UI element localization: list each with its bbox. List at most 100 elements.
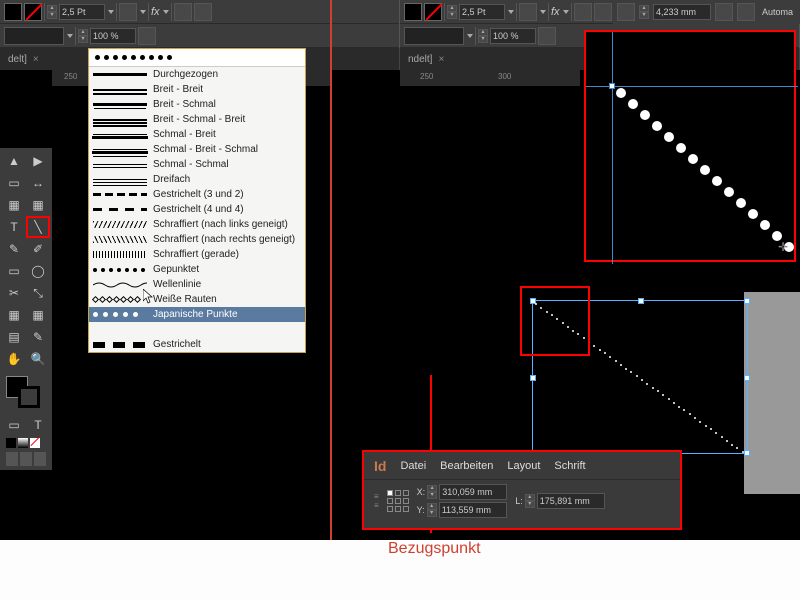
line-style-button[interactable] (404, 27, 464, 45)
fill-swatch[interactable] (4, 3, 22, 21)
stroke-style-option[interactable]: Breit - Schmal - Breit (89, 112, 305, 127)
stroke-style-option[interactable]: Wellenlinie (89, 277, 305, 292)
hand-tool[interactable]: ✋ (2, 348, 26, 370)
stroke-style-option[interactable]: Dreifach (89, 172, 305, 187)
stroke-style-option[interactable] (89, 322, 305, 337)
stroke-style-button[interactable] (519, 3, 537, 21)
toolbar-row-stroke: ▴▾ fx (0, 0, 399, 24)
dropdown-current[interactable] (89, 49, 305, 67)
fill-stroke-proxy[interactable] (2, 374, 50, 414)
link-icon[interactable] (715, 3, 733, 21)
apply-color-text[interactable]: T (26, 414, 50, 436)
content-collector-tool[interactable]: ▦ (2, 194, 26, 216)
opacity-toggle[interactable] (538, 27, 556, 45)
pen-tool[interactable]: ✎ (2, 238, 26, 260)
weight-stepper[interactable]: ▴▾ (47, 5, 57, 19)
l-input[interactable] (537, 493, 605, 509)
stroke-none-swatch[interactable] (424, 3, 442, 21)
note-tool[interactable]: ▤ (2, 326, 26, 348)
opacity-input[interactable] (490, 28, 536, 44)
stroke-style-option[interactable]: Gestrichelt (3 und 2) (89, 187, 305, 202)
stroke-style-option[interactable]: Breit - Breit (89, 82, 305, 97)
stroke-weight-input[interactable] (59, 4, 105, 20)
fx-button[interactable]: fx (551, 6, 560, 18)
chevron-down-icon[interactable] (67, 34, 73, 38)
stroke-style-option[interactable]: Durchgezogen (89, 67, 305, 82)
default-swatches[interactable] (2, 436, 50, 450)
stroke-style-option[interactable]: Gestrichelt (4 und 4) (89, 202, 305, 217)
transform-icon[interactable] (737, 3, 755, 21)
align-button[interactable] (574, 3, 592, 21)
free-transform-tool[interactable]: ⤡ (26, 282, 50, 304)
stroke-style-option[interactable]: Schmal - Breit (89, 127, 305, 142)
reference-point-grid[interactable] (387, 490, 409, 512)
opacity-stepper[interactable]: ▴▾ (78, 29, 88, 43)
opacity-toggle[interactable] (138, 27, 156, 45)
x-input[interactable] (439, 484, 507, 500)
eyedropper-tool[interactable]: ✎ (26, 326, 50, 348)
fx-button[interactable]: fx (151, 6, 160, 18)
width-input[interactable] (653, 4, 711, 20)
weight-stepper[interactable]: ▴▾ (447, 5, 457, 19)
stroke-style-option[interactable]: Breit - Schmal (89, 97, 305, 112)
rectangle-frame-tool[interactable]: ▭ (2, 260, 26, 282)
chevron-down-icon[interactable] (508, 10, 514, 14)
line-tool[interactable]: ╲ (26, 216, 50, 238)
bbox-icon[interactable] (617, 3, 635, 21)
stroke-weight-input[interactable] (459, 4, 505, 20)
option-label: Japanische Punkte (153, 309, 305, 320)
stroke-style-option[interactable]: Gepunktet (89, 262, 305, 277)
chevron-down-icon[interactable] (108, 10, 114, 14)
menu-bearbeiten[interactable]: Bearbeiten (440, 460, 493, 472)
chevron-down-icon[interactable] (140, 10, 146, 14)
direct-selection-tool[interactable]: ▶ (26, 150, 50, 172)
zoom-tool[interactable]: 🔍 (26, 348, 50, 370)
stroke-style-option[interactable]: Japanische Punkte (89, 307, 305, 322)
fill-swatch[interactable] (404, 3, 422, 21)
stroke-style-option[interactable]: Gestrichelt (89, 337, 305, 352)
pencil-tool[interactable]: ✐ (26, 238, 50, 260)
gap-tool[interactable]: ↔ (26, 172, 50, 194)
menu-layout[interactable]: Layout (507, 460, 540, 472)
panel-toggle-icon[interactable]: ≡≡ (374, 492, 379, 510)
opacity-stepper[interactable]: ▴▾ (478, 29, 488, 43)
selection-tool[interactable]: ▲ (2, 150, 26, 172)
stroke-style-button[interactable] (119, 3, 137, 21)
chevron-down-icon[interactable] (163, 10, 169, 14)
close-icon[interactable]: × (438, 54, 444, 65)
crosshair-icon: ✛ (778, 240, 788, 254)
gradient-swatch-tool[interactable]: ▦ (2, 304, 26, 326)
stroke-style-option[interactable]: Schmal - Schmal (89, 157, 305, 172)
gradient-feather-tool[interactable]: ▦ (26, 304, 50, 326)
stroke-style-option[interactable]: Schraffiert (gerade) (89, 247, 305, 262)
chevron-down-icon[interactable] (467, 34, 473, 38)
chevron-down-icon[interactable] (563, 10, 569, 14)
stroke-style-dropdown[interactable]: DurchgezogenBreit - BreitBreit - SchmalB… (88, 48, 306, 353)
opacity-input[interactable] (90, 28, 136, 44)
line-style-button[interactable] (4, 27, 64, 45)
y-input[interactable] (439, 502, 507, 518)
stroke-style-option[interactable]: Weiße Rauten (89, 292, 305, 307)
align-button[interactable] (174, 3, 192, 21)
more-button[interactable] (194, 3, 212, 21)
option-label: Schraffiert (gerade) (153, 249, 305, 260)
ellipse-tool[interactable]: ◯ (26, 260, 50, 282)
l-label: L: (515, 496, 523, 506)
close-icon[interactable]: × (33, 54, 39, 65)
scissors-tool[interactable]: ✂ (2, 282, 26, 304)
page-tool[interactable]: ▭ (2, 172, 26, 194)
stroke-style-option[interactable]: Schraffiert (nach links geneigt) (89, 217, 305, 232)
menu-datei[interactable]: Datei (400, 460, 426, 472)
more-button[interactable] (594, 3, 612, 21)
stroke-style-option[interactable]: Schmal - Breit - Schmal (89, 142, 305, 157)
apply-color-container[interactable]: ▭ (2, 414, 26, 436)
chevron-down-icon[interactable] (540, 10, 546, 14)
width-stepper[interactable]: ▴▾ (639, 5, 649, 19)
stroke-none-swatch[interactable] (24, 3, 42, 21)
screen-mode-buttons[interactable] (2, 450, 50, 468)
menu-schrift[interactable]: Schrift (554, 460, 585, 472)
stroke-proxy[interactable] (18, 386, 40, 408)
content-placer-tool[interactable]: ▦ (26, 194, 50, 216)
stroke-style-option[interactable]: Schraffiert (nach rechts geneigt) (89, 232, 305, 247)
type-tool[interactable]: T (2, 216, 26, 238)
